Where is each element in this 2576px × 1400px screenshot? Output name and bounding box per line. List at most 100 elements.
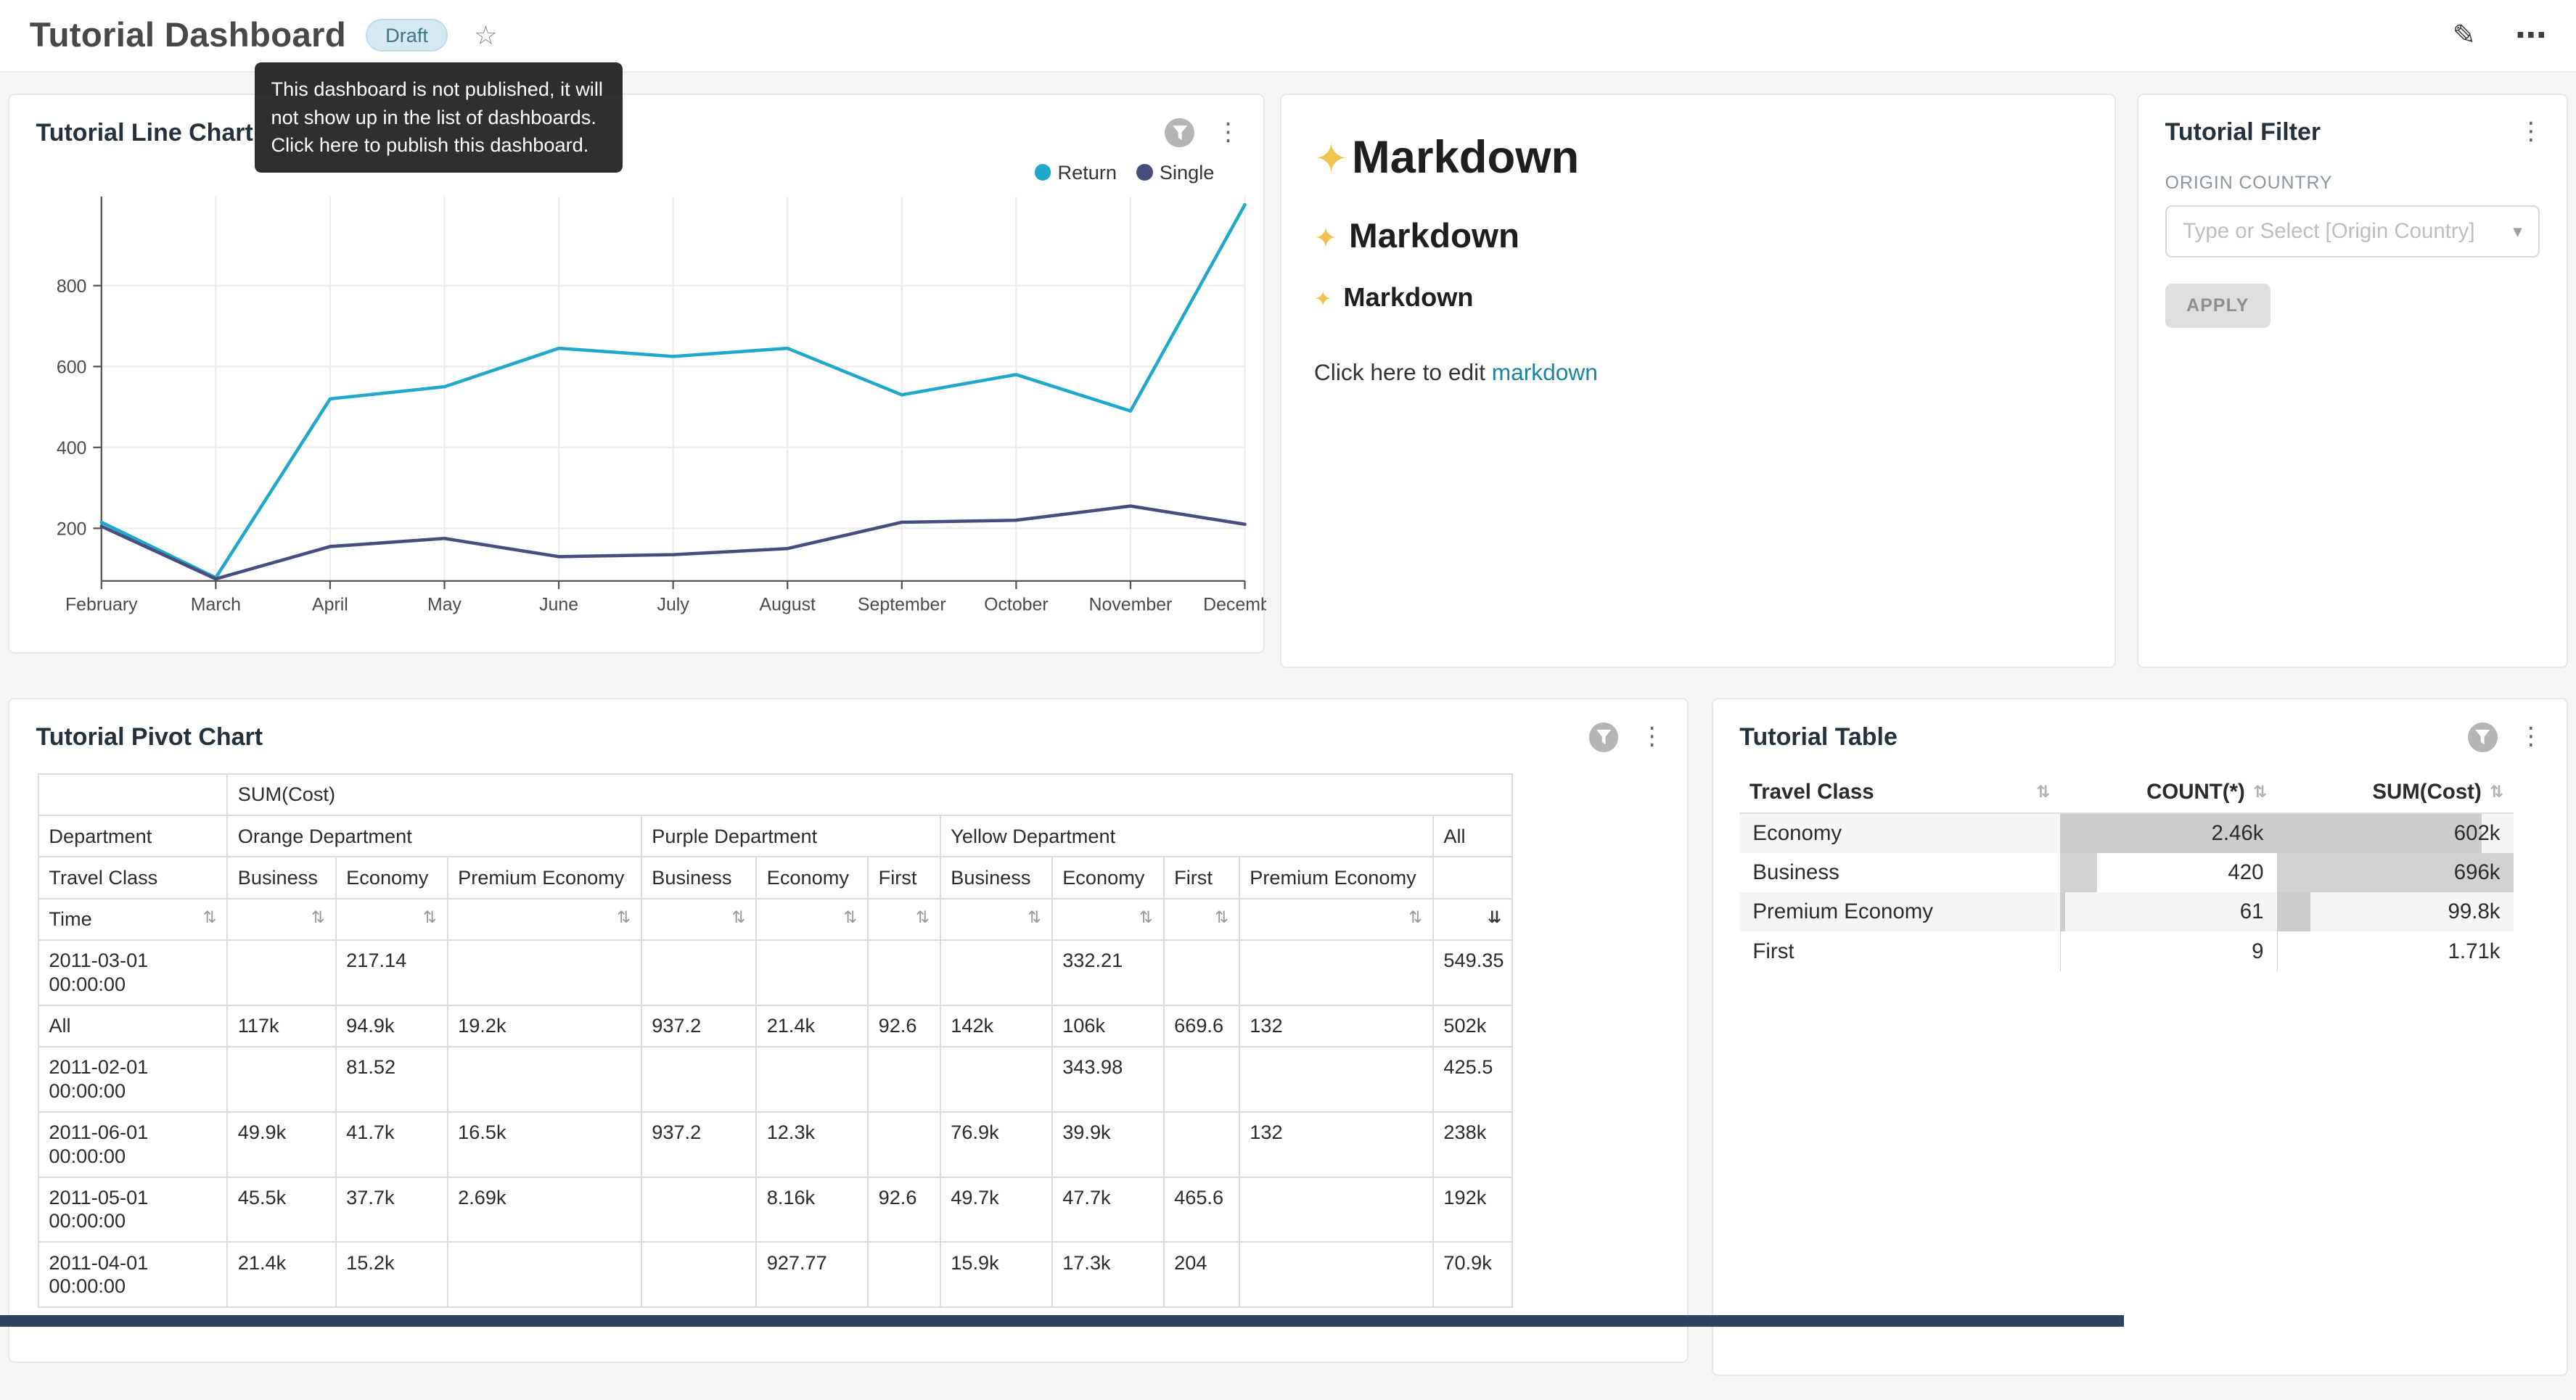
origin-country-select[interactable]: Type or Select [Origin Country] ▾ bbox=[2165, 205, 2540, 258]
pivot-value-cell bbox=[1164, 1047, 1239, 1112]
svg-text:July: July bbox=[657, 595, 690, 615]
pivot-class-row: Travel ClassBusinessEconomyPremium Econo… bbox=[38, 857, 1512, 898]
caret-down-icon: ▾ bbox=[2513, 221, 2522, 242]
apply-button[interactable]: APPLY bbox=[2165, 284, 2271, 328]
markdown-paragraph: Click here to edit markdown bbox=[1314, 359, 2082, 386]
markdown-card[interactable]: ✦Markdown ✦Markdown ✦Markdown Click here… bbox=[1280, 94, 2116, 668]
markdown-heading-3: ✦Markdown bbox=[1314, 282, 2082, 313]
pivot-value-cell bbox=[868, 940, 940, 1005]
card-menu-icon[interactable]: ⋮ bbox=[1640, 725, 1665, 749]
pivot-value-cell bbox=[448, 1242, 641, 1307]
sort-icon[interactable]: ⇅ bbox=[1408, 907, 1422, 927]
pivot-class-cell: First bbox=[1164, 857, 1239, 898]
sort-icon[interactable]: ⇅ bbox=[1139, 907, 1153, 927]
markdown-heading-1: ✦Markdown bbox=[1314, 131, 2082, 184]
pivot-value-cell: 669.6 bbox=[1164, 1005, 1239, 1047]
sparkle-icon: ✦ bbox=[1314, 287, 1332, 311]
column-header-travel-class[interactable]: Travel Class⇅ bbox=[1739, 772, 2059, 814]
pivot-value-cell: 132 bbox=[1239, 1112, 1433, 1177]
pivot-value-cell bbox=[641, 1177, 756, 1243]
pivot-sort-cell: ⇅ bbox=[227, 899, 335, 940]
pivot-department-cell: All bbox=[1433, 815, 1512, 857]
sort-icon[interactable]: ⇅ bbox=[844, 907, 858, 927]
pivot-value-cell: 425.5 bbox=[1433, 1047, 1512, 1112]
pivot-value-cell: 49.7k bbox=[940, 1177, 1052, 1243]
pivot-data-row: All117k94.9k19.2k937.221.4k92.6142k106k6… bbox=[38, 1005, 1512, 1047]
card-title: Tutorial Filter bbox=[2165, 118, 2321, 147]
pivot-sort-row: Time⇅⇅⇅⇅⇅⇅⇅⇅⇅⇅⇅⇊ bbox=[38, 899, 1512, 940]
legend-label: Single bbox=[1160, 161, 1215, 184]
sort-icon[interactable]: ⇅ bbox=[617, 907, 631, 927]
sort-icon[interactable]: ⇅ bbox=[311, 907, 325, 927]
sort-icon[interactable]: ⇅ bbox=[2253, 783, 2267, 802]
more-menu-icon[interactable]: ⋯ bbox=[2515, 17, 2546, 54]
pivot-metric-row: SUM(Cost) bbox=[38, 774, 1512, 815]
sort-icon[interactable]: ⇅ bbox=[1027, 907, 1041, 927]
card-title: Tutorial Line Chart bbox=[36, 119, 253, 147]
page-title: Tutorial Dashboard bbox=[30, 15, 346, 55]
pivot-value-cell: 937.2 bbox=[641, 1005, 756, 1047]
sort-desc-icon[interactable]: ⇊ bbox=[1488, 907, 1501, 927]
pivot-value-cell: 49.9k bbox=[227, 1112, 335, 1177]
line-chart[interactable]: 200400600800FebruaryMarchAprilMayJuneJul… bbox=[9, 190, 1266, 633]
cell-travel-class: First bbox=[1739, 931, 2059, 971]
card-menu-icon[interactable]: ⋮ bbox=[2519, 120, 2543, 144]
pivot-data-row: 2011-06-01 00:00:0049.9k41.7k16.5k937.21… bbox=[38, 1112, 1512, 1177]
header-actions: ✎ ⋯ bbox=[2453, 17, 2547, 54]
pivot-data-row: 2011-04-01 00:00:0021.4k15.2k927.7715.9k… bbox=[38, 1242, 1512, 1307]
pivot-value-cell: 465.6 bbox=[1164, 1177, 1239, 1243]
table-row: Premium Economy6199.8k bbox=[1739, 892, 2513, 931]
column-header-sum-cost[interactable]: SUM(Cost)⇅ bbox=[2277, 772, 2514, 814]
sort-icon[interactable]: ⇅ bbox=[2490, 783, 2503, 802]
card-menu-icon[interactable]: ⋮ bbox=[2519, 725, 2543, 749]
svg-text:August: August bbox=[760, 595, 816, 615]
pivot-value-cell bbox=[1239, 1177, 1433, 1243]
star-icon[interactable]: ☆ bbox=[474, 20, 497, 51]
table-row: First91.71k bbox=[1739, 931, 2513, 971]
filter-indicator-icon[interactable] bbox=[1165, 118, 1194, 148]
pivot-sort-cell: ⇅ bbox=[756, 899, 868, 940]
sort-icon[interactable]: ⇅ bbox=[423, 907, 437, 927]
pivot-data-row: 2011-03-01 00:00:00217.14332.21549.35 bbox=[38, 940, 1512, 1005]
sort-icon[interactable]: ⇅ bbox=[203, 907, 217, 927]
filter-indicator-icon[interactable] bbox=[2468, 722, 2498, 752]
pivot-value-cell: 81.52 bbox=[336, 1047, 448, 1112]
svg-text:June: June bbox=[539, 595, 578, 615]
sort-icon[interactable]: ⇅ bbox=[732, 907, 746, 927]
bottom-strip bbox=[0, 1315, 2124, 1327]
card-title: Tutorial Table bbox=[1739, 723, 1898, 752]
pivot-value-cell: 117k bbox=[227, 1005, 335, 1047]
publish-tooltip: This dashboard is not published, it will… bbox=[255, 62, 623, 173]
pivot-value-cell: 21.4k bbox=[756, 1005, 868, 1047]
cell-count: 61 bbox=[2060, 892, 2277, 931]
cell-sum-cost: 696k bbox=[2277, 853, 2514, 892]
filter-field-label: ORIGIN COUNTRY bbox=[2165, 173, 2540, 194]
legend-item-return[interactable]: Return bbox=[1035, 161, 1117, 184]
line-chart-card: Tutorial Line Chart ⋮ Return Single bbox=[8, 94, 1265, 654]
pivot-class-cell bbox=[1433, 857, 1512, 898]
legend-item-single[interactable]: Single bbox=[1136, 161, 1214, 184]
pivot-value-cell bbox=[448, 1047, 641, 1112]
sort-icon[interactable]: ⇅ bbox=[916, 907, 930, 927]
pivot-value-cell: 142k bbox=[940, 1005, 1052, 1047]
pivot-value-cell: 927.77 bbox=[756, 1242, 868, 1307]
pivot-department-header: Department bbox=[38, 815, 227, 857]
filter-indicator-icon[interactable] bbox=[1589, 722, 1619, 752]
pivot-row-label: 2011-04-01 00:00:00 bbox=[38, 1242, 227, 1307]
edit-icon[interactable]: ✎ bbox=[2453, 19, 2476, 52]
column-header-count[interactable]: COUNT(*)⇅ bbox=[2060, 772, 2277, 814]
legend-label: Return bbox=[1058, 161, 1117, 184]
sort-icon[interactable]: ⇅ bbox=[2036, 783, 2050, 802]
markdown-edit-link[interactable]: markdown bbox=[1492, 359, 1598, 385]
card-menu-icon[interactable]: ⋮ bbox=[1216, 120, 1241, 145]
pivot-sort-cell: ⇅ bbox=[336, 899, 448, 940]
pivot-sort-cell: ⇅ bbox=[1164, 899, 1239, 940]
chart-legend: Return Single bbox=[1035, 161, 1215, 184]
sort-icon[interactable]: ⇅ bbox=[1215, 907, 1228, 927]
pivot-row-label: 2011-05-01 00:00:00 bbox=[38, 1177, 227, 1243]
sparkle-icon: ✦ bbox=[1314, 223, 1337, 254]
pivot-row-label: All bbox=[38, 1005, 227, 1047]
pivot-value-cell: 45.5k bbox=[227, 1177, 335, 1243]
pivot-value-cell bbox=[227, 1047, 335, 1112]
draft-badge[interactable]: Draft bbox=[366, 19, 448, 52]
